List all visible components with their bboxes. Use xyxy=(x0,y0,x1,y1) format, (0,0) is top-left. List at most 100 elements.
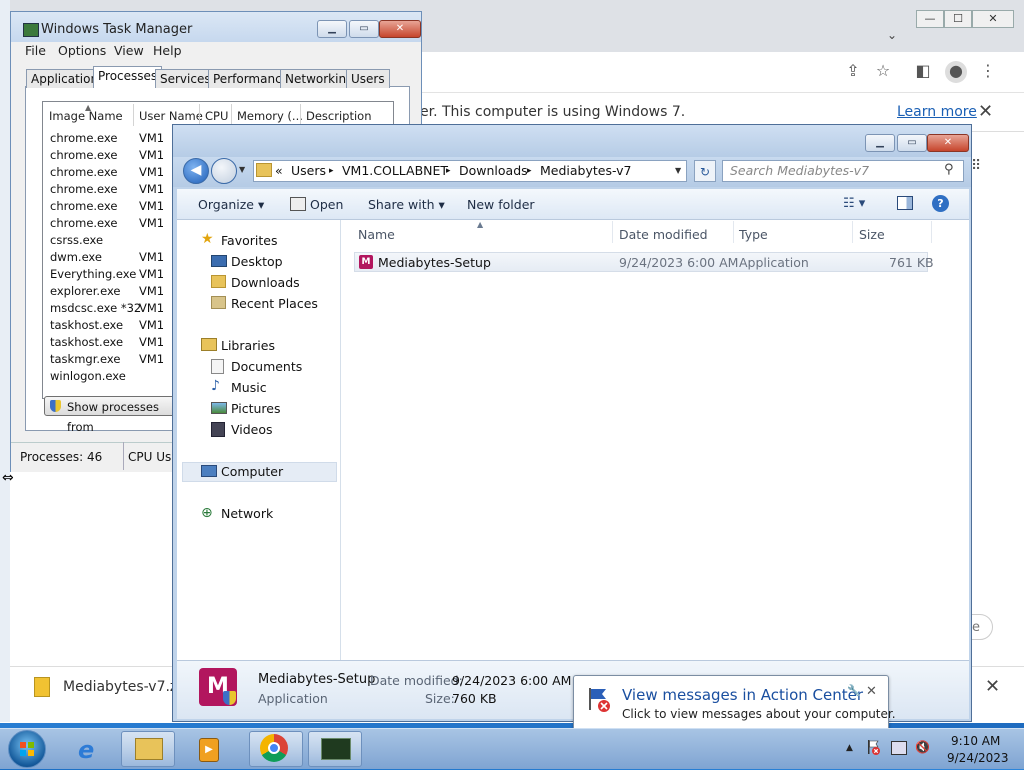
breadcrumb-mediabytes-v7[interactable]: Mediabytes-v7 xyxy=(540,163,632,178)
process-name[interactable]: chrome.exe xyxy=(50,165,117,179)
recent-pages-dropdown-icon[interactable]: ▼ xyxy=(239,165,245,174)
taskbar-time[interactable]: 9:10 AM xyxy=(951,734,1000,748)
file-list-pane[interactable] xyxy=(341,220,969,660)
column-divider[interactable] xyxy=(199,104,200,126)
column-divider[interactable] xyxy=(231,104,232,126)
column-divider[interactable] xyxy=(931,221,932,243)
learn-more-link[interactable]: Learn more xyxy=(897,104,977,120)
download-item[interactable]: Mediabytes-v7.zip xyxy=(63,679,190,695)
apps-grid-icon[interactable]: ⠿ xyxy=(971,158,987,174)
close-button[interactable]: ✕ xyxy=(379,20,421,38)
chrome-close-button[interactable]: ✕ xyxy=(972,10,1014,28)
action-center-tray-icon[interactable] xyxy=(867,740,881,755)
organize-button[interactable]: Organize ▾ xyxy=(198,197,264,212)
action-center-close-icon[interactable]: ✕ xyxy=(866,684,877,699)
forward-arrow-icon[interactable] xyxy=(211,158,237,184)
nav-computer[interactable]: Computer xyxy=(221,464,283,479)
file-name[interactable]: Mediabytes-Setup xyxy=(378,255,491,270)
nav-libraries[interactable]: Libraries xyxy=(221,338,275,353)
process-name[interactable]: chrome.exe xyxy=(50,148,117,162)
breadcrumb-downloads[interactable]: Downloads xyxy=(459,163,528,178)
column-user-name[interactable]: User Name xyxy=(139,109,203,123)
taskbar-media-player[interactable]: ▶ xyxy=(181,731,235,767)
bookmark-star-icon[interactable]: ☆ xyxy=(873,61,893,81)
share-with-button[interactable]: Share with ▾ xyxy=(368,197,445,212)
new-folder-button[interactable]: New folder xyxy=(467,197,535,212)
process-name[interactable]: chrome.exe xyxy=(50,182,117,196)
chevron-down-icon[interactable]: ⌄ xyxy=(887,28,897,42)
chrome-minimize-button[interactable]: — xyxy=(916,10,944,28)
nav-videos[interactable]: Videos xyxy=(231,422,273,437)
breadcrumb-vm1-collabnet[interactable]: VM1.COLLABNET xyxy=(342,163,448,178)
open-button[interactable]: Open xyxy=(310,197,343,212)
nav-desktop[interactable]: Desktop xyxy=(231,254,283,269)
nav-documents[interactable]: Documents xyxy=(231,359,302,374)
taskbar-internet-explorer[interactable]: e xyxy=(64,731,118,767)
menu-help[interactable]: Help xyxy=(153,43,182,58)
column-size[interactable]: Size xyxy=(859,227,885,242)
tab-processes[interactable]: Processes xyxy=(93,66,163,88)
column-divider[interactable] xyxy=(852,221,853,243)
start-button[interactable] xyxy=(8,730,46,768)
nav-favorites[interactable]: Favorites xyxy=(221,233,277,248)
column-divider[interactable] xyxy=(733,221,734,243)
share-icon[interactable]: ⇪ xyxy=(843,61,863,81)
more-menu-icon[interactable]: ⋮ xyxy=(978,61,998,81)
taskbar-chrome[interactable] xyxy=(249,731,303,767)
chrome-maximize-button[interactable]: ☐ xyxy=(944,10,972,28)
infobar-close-icon[interactable]: ✕ xyxy=(978,101,993,122)
breadcrumb-separator[interactable]: ▸ xyxy=(527,166,532,176)
breadcrumb-separator[interactable]: ▸ xyxy=(446,166,451,176)
column-name[interactable]: Name xyxy=(358,227,395,242)
process-name[interactable]: Everything.exe xyxy=(50,267,136,281)
nav-downloads[interactable]: Downloads xyxy=(231,275,300,290)
process-name[interactable]: chrome.exe xyxy=(50,199,117,213)
preview-pane-icon[interactable] xyxy=(897,196,913,210)
close-button[interactable]: ✕ xyxy=(927,134,969,152)
show-hidden-icons[interactable]: ▲ xyxy=(846,743,853,753)
refresh-icon[interactable]: ↻ xyxy=(694,160,716,182)
breadcrumb-overflow[interactable]: « xyxy=(275,163,283,178)
view-options-icon[interactable]: ☷ ▾ xyxy=(843,196,865,211)
network-tray-icon[interactable] xyxy=(891,741,907,755)
show-all-processes-button[interactable]: Show processes from xyxy=(44,396,176,434)
taskbar-task-manager[interactable] xyxy=(308,731,362,767)
breadcrumb-users[interactable]: Users xyxy=(291,163,326,178)
nav-pictures[interactable]: Pictures xyxy=(231,401,281,416)
process-name[interactable]: msdcsc.exe *32 xyxy=(50,301,141,315)
process-name[interactable]: explorer.exe xyxy=(50,284,121,298)
breadcrumb-separator[interactable]: ▸ xyxy=(329,166,334,176)
process-name[interactable]: csrss.exe xyxy=(50,233,103,247)
download-bar-close-icon[interactable]: ✕ xyxy=(985,676,1000,697)
address-dropdown-icon[interactable]: ▼ xyxy=(675,166,681,175)
help-icon[interactable]: ? xyxy=(932,195,949,212)
taskbar-windows-explorer[interactable] xyxy=(121,731,175,767)
volume-muted-icon[interactable]: 🔇 xyxy=(915,740,930,754)
action-center-title[interactable]: View messages in Action Center xyxy=(622,686,863,704)
column-type[interactable]: Type xyxy=(739,227,768,242)
column-divider[interactable] xyxy=(612,221,613,243)
process-name[interactable]: chrome.exe xyxy=(50,131,117,145)
column-memory[interactable]: Memory (... xyxy=(237,109,303,123)
minimize-button[interactable]: ▁ xyxy=(865,134,895,152)
process-name[interactable]: winlogon.exe xyxy=(50,369,126,383)
profile-avatar-icon[interactable]: ● xyxy=(945,61,967,83)
back-arrow-icon[interactable]: ◀ xyxy=(183,158,209,184)
process-name[interactable]: dwm.exe xyxy=(50,250,102,264)
minimize-button[interactable]: ▁ xyxy=(317,20,347,38)
maximize-button[interactable]: ▭ xyxy=(897,134,927,152)
taskbar-date[interactable]: 9/24/2023 xyxy=(947,751,1009,765)
nav-recent-places[interactable]: Recent Places xyxy=(231,296,318,311)
column-cpu[interactable]: CPU xyxy=(205,109,228,123)
process-name[interactable]: taskhost.exe xyxy=(50,335,123,349)
maximize-button[interactable]: ▭ xyxy=(349,20,379,38)
wrench-icon[interactable]: 🔧 xyxy=(847,684,861,697)
tab-users[interactable]: Users xyxy=(346,69,390,88)
menu-options[interactable]: Options xyxy=(58,43,106,58)
column-date-modified[interactable]: Date modified xyxy=(619,227,708,242)
nav-network[interactable]: Network xyxy=(221,506,273,521)
menu-file[interactable]: File xyxy=(25,43,46,58)
column-divider[interactable] xyxy=(133,104,134,126)
process-name[interactable]: taskhost.exe xyxy=(50,318,123,332)
side-panel-icon[interactable]: ◧ xyxy=(913,61,933,81)
